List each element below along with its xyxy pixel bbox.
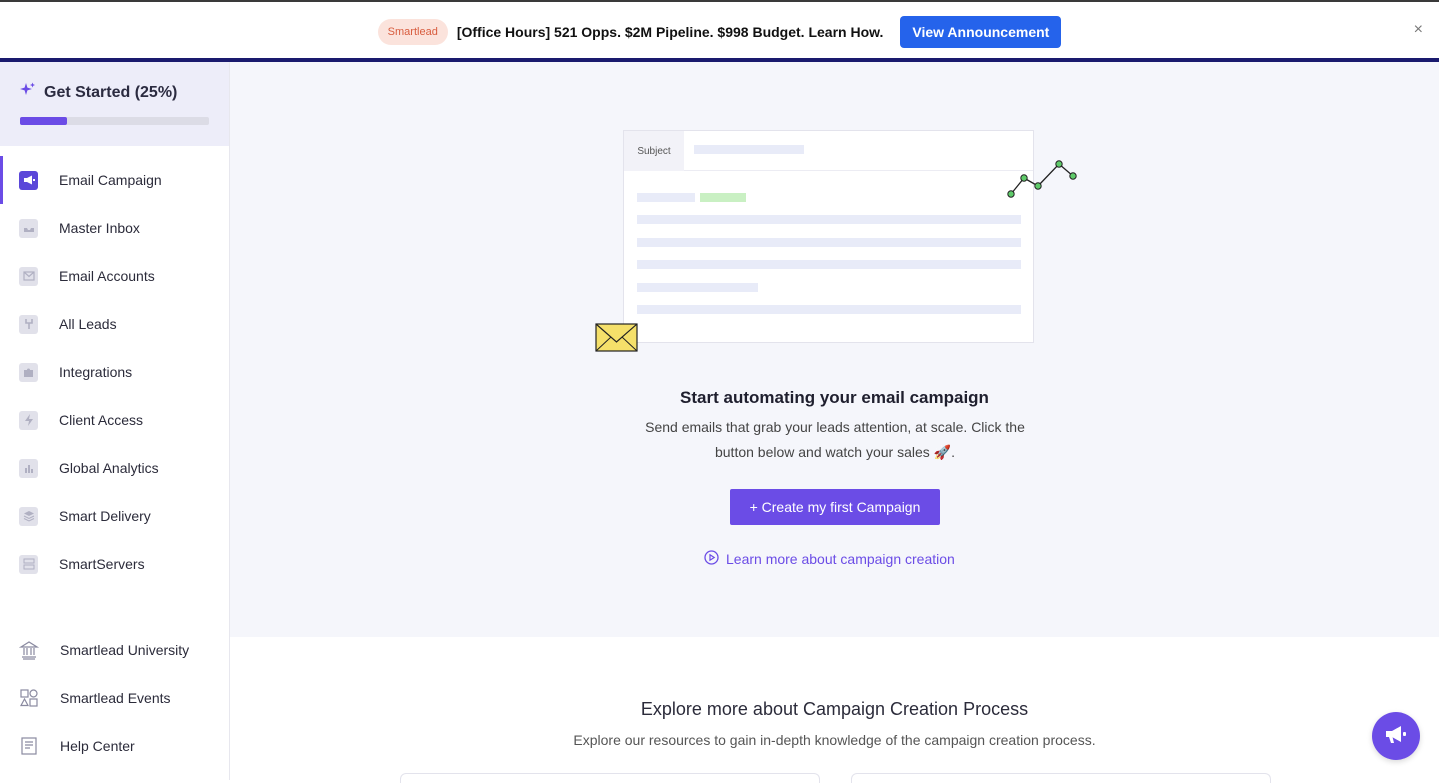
sidebar-item-label: Email Accounts (59, 268, 155, 284)
view-announcement-button[interactable]: View Announcement (900, 16, 1062, 48)
illustration-line (694, 145, 804, 154)
sidebar-item-master-inbox[interactable]: Master Inbox (0, 204, 229, 252)
sidebar-item-smart-delivery[interactable]: Smart Delivery (0, 492, 229, 540)
sidebar-item-smartservers[interactable]: SmartServers (0, 540, 229, 588)
events-icon (19, 688, 39, 708)
sidebar-item-label: Email Campaign (59, 172, 162, 188)
growth-chart-icon (1007, 160, 1077, 198)
close-icon[interactable]: × (1414, 21, 1423, 39)
university-icon (19, 640, 39, 660)
sidebar-item-label: Global Analytics (59, 460, 159, 476)
learn-more-link[interactable]: Learn more about campaign creation (704, 550, 955, 568)
announcement-badge: Smartlead (377, 19, 448, 45)
sidebar-item-label: Master Inbox (59, 220, 140, 236)
sidebar: Get Started (25%) Email Campaign Master … (0, 62, 230, 780)
bolt-icon (19, 410, 38, 430)
get-started-title: Get Started (25%) (44, 83, 178, 101)
sidebar-item-label: Client Access (59, 412, 144, 428)
illustration-line (637, 305, 1021, 314)
sidebar-item-help-center[interactable]: Help Center (0, 722, 229, 770)
create-campaign-button[interactable]: + Create my first Campaign (730, 489, 940, 525)
sidebar-item-integrations[interactable]: Integrations (0, 348, 229, 396)
campaign-empty-state: Subject Start automating your email camp… (230, 62, 1439, 637)
chat-support-button[interactable] (1372, 712, 1420, 760)
illustration-line (637, 238, 1021, 247)
envelope-icon (595, 323, 638, 352)
megaphone-icon (19, 170, 38, 190)
illustration-line (637, 215, 1021, 224)
email-illustration: Subject (623, 130, 1034, 343)
get-started-progress-fill (20, 117, 68, 125)
help-doc-icon (19, 736, 39, 756)
sidebar-item-label: Help Center (60, 738, 135, 754)
illustration-line (637, 260, 1021, 269)
illustration-line (637, 193, 695, 202)
resource-card[interactable] (400, 773, 820, 783)
sidebar-item-label: Integrations (59, 364, 133, 380)
sidebar-item-email-campaign[interactable]: Email Campaign (0, 156, 229, 204)
get-started-panel[interactable]: Get Started (25%) (0, 62, 229, 146)
empty-state-description: Send emails that grab your leads attenti… (645, 419, 1025, 460)
mail-icon (19, 266, 38, 286)
sidebar-item-label: All Leads (59, 316, 117, 332)
inbox-icon (19, 218, 38, 238)
puzzle-icon (19, 362, 38, 382)
megaphone-chat-icon (1384, 723, 1408, 750)
bar-chart-icon (19, 458, 38, 478)
explore-subtitle: Explore our resources to gain in-depth k… (573, 732, 1096, 748)
sidebar-item-label: Smartlead University (60, 642, 190, 658)
sidebar-item-label: Smartlead Events (60, 690, 171, 706)
illustration-line (637, 283, 758, 292)
leads-icon (19, 314, 38, 334)
explore-title: Explore more about Campaign Creation Pro… (640, 699, 1029, 719)
server-icon (19, 554, 38, 574)
sidebar-item-client-access[interactable]: Client Access (0, 396, 229, 444)
learn-more-label: Learn more about campaign creation (726, 551, 955, 567)
announcement-bar: Smartlead [Office Hours] 521 Opps. $2M P… (0, 0, 1439, 62)
illustration-highlight (700, 193, 746, 202)
empty-state-title: Start automating your email campaign (680, 388, 989, 407)
sidebar-item-label: SmartServers (59, 556, 145, 572)
announcement-text: [Office Hours] 521 Opps. $2M Pipeline. $… (456, 24, 884, 40)
sidebar-nav: Email Campaign Master Inbox Email Accoun… (0, 156, 229, 588)
sidebar-bottom-nav: Smartlead University Smartlead Events He… (0, 626, 229, 770)
sparkle-icon (20, 82, 36, 103)
get-started-progress-bar (20, 117, 209, 125)
sidebar-item-email-accounts[interactable]: Email Accounts (0, 252, 229, 300)
sidebar-item-label: Smart Delivery (59, 508, 151, 524)
resource-card[interactable] (851, 773, 1271, 783)
subject-label: Subject (624, 131, 684, 171)
layers-icon (19, 506, 38, 526)
sidebar-item-smartlead-events[interactable]: Smartlead Events (0, 674, 229, 722)
sidebar-item-smartlead-university[interactable]: Smartlead University (0, 626, 229, 674)
sidebar-item-global-analytics[interactable]: Global Analytics (0, 444, 229, 492)
sidebar-item-all-leads[interactable]: All Leads (0, 300, 229, 348)
play-circle-icon (704, 550, 719, 568)
